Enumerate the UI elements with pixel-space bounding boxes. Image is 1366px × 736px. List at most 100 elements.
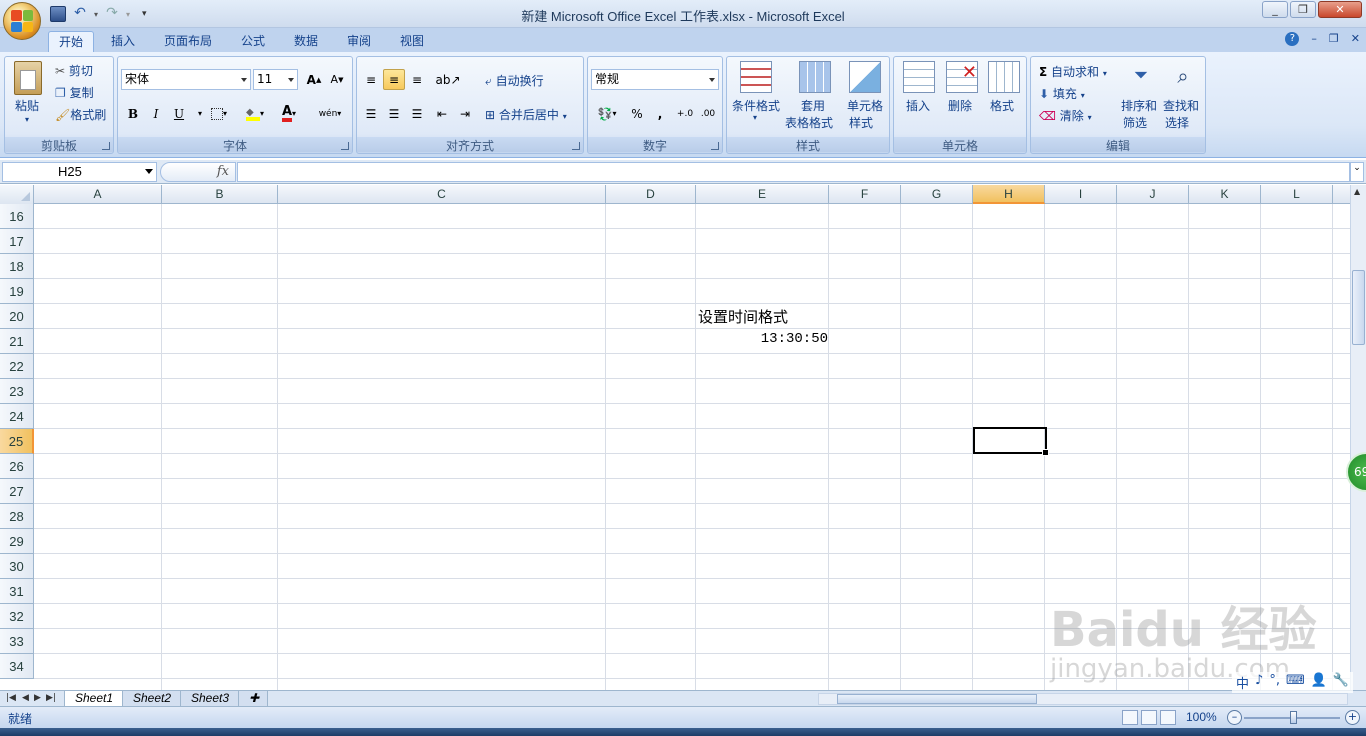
tab-view[interactable]: 视图 (390, 31, 434, 52)
align-left-button[interactable]: ☰ (360, 103, 382, 124)
font-name-combo[interactable]: 宋体 (121, 69, 251, 90)
name-box[interactable]: H25 (2, 162, 157, 182)
bold-button[interactable]: B (122, 103, 144, 124)
insert-cells-icon[interactable] (903, 61, 935, 93)
column-header-g[interactable]: G (901, 185, 973, 204)
percent-button[interactable]: % (626, 103, 648, 124)
format-painter-button[interactable]: 🖌格式刷 (55, 106, 106, 123)
format-as-table-label-1[interactable]: 套用 (801, 97, 825, 114)
ime-keyboard-icon[interactable]: ⌨ (1286, 673, 1305, 692)
close-button[interactable]: ✕ (1318, 1, 1362, 18)
cell-E20[interactable]: 设置时间格式 (698, 306, 788, 327)
row-header-26[interactable]: 26 (0, 454, 34, 479)
phonetic-button[interactable]: wén ▾ (314, 103, 346, 124)
table-row[interactable] (34, 454, 1350, 479)
doc-close-icon[interactable]: ✕ (1351, 32, 1360, 46)
restore-button[interactable]: ❐ (1290, 1, 1316, 18)
tab-home[interactable]: 开始 (48, 31, 95, 52)
paste-button[interactable]: 粘贴 (15, 97, 39, 114)
font-color-button[interactable]: A ▾ (278, 103, 300, 124)
column-header-a[interactable]: A (34, 185, 162, 204)
table-row[interactable] (34, 354, 1350, 379)
table-row[interactable] (34, 329, 1350, 354)
cell-styles-label-1[interactable]: 单元格 (847, 97, 883, 114)
vertical-scrollbar[interactable]: ▲ (1350, 185, 1366, 690)
next-sheet-icon[interactable]: ▶ (34, 693, 41, 703)
page-layout-view-icon[interactable] (1141, 710, 1157, 725)
minimize-button[interactable]: _ (1262, 1, 1288, 18)
row-header-27[interactable]: 27 (0, 479, 34, 504)
tab-review[interactable]: 审阅 (337, 31, 381, 52)
alignment-launcher-icon[interactable] (572, 142, 580, 150)
scroll-up-icon[interactable]: ▲ (1354, 187, 1360, 196)
sort-filter-label-1[interactable]: 排序和 (1121, 97, 1157, 114)
clipboard-launcher-icon[interactable] (102, 142, 110, 150)
row-header-16[interactable]: 16 (0, 204, 34, 229)
table-row[interactable] (34, 254, 1350, 279)
column-header-i[interactable]: I (1045, 185, 1117, 204)
row-header-17[interactable]: 17 (0, 229, 34, 254)
align-top-button[interactable]: ≡ (360, 69, 382, 90)
first-sheet-icon[interactable]: |◀ (6, 693, 16, 703)
normal-view-icon[interactable] (1122, 710, 1138, 725)
fill-color-button[interactable]: ◆ ▾ (244, 103, 266, 124)
row-header-28[interactable]: 28 (0, 504, 34, 529)
fill-button[interactable]: ⬇ 填充 ▾ (1039, 85, 1085, 102)
column-header-d[interactable]: D (606, 185, 696, 204)
page-break-view-icon[interactable] (1160, 710, 1176, 725)
align-bottom-button[interactable]: ≡ (406, 69, 428, 90)
format-as-table-label-2[interactable]: 表格格式 (785, 114, 833, 131)
cell-styles-label-2[interactable]: 样式 (849, 114, 873, 131)
select-all-button[interactable] (0, 185, 34, 204)
row-header-33[interactable]: 33 (0, 629, 34, 654)
name-box-dropdown-icon[interactable] (145, 169, 153, 174)
table-row[interactable] (34, 579, 1350, 604)
column-header-b[interactable]: B (162, 185, 278, 204)
ime-punct-icon[interactable]: °, (1269, 673, 1280, 692)
row-header-20[interactable]: 20 (0, 304, 34, 329)
table-row[interactable] (34, 654, 1350, 679)
binoculars-icon[interactable]: ⌕ (1167, 61, 1199, 93)
row-header-24[interactable]: 24 (0, 404, 34, 429)
insert-cells-button[interactable]: 插入 (906, 97, 930, 114)
horizontal-scrollbar[interactable] (818, 693, 1348, 705)
increase-decimal-button[interactable]: +.0 (674, 103, 696, 124)
worksheet-grid[interactable]: ABCDEFGHIJKL 16 17 18 19 20 21 22 23 24 25 26 27 28 2… (0, 185, 1350, 690)
column-header-f[interactable]: F (829, 185, 901, 204)
column-header-h[interactable]: H (973, 185, 1045, 204)
row-header-21[interactable]: 21 (0, 329, 34, 354)
number-format-combo[interactable]: 常规 (591, 69, 719, 90)
ime-user-icon[interactable]: 👤 (1311, 673, 1327, 692)
table-row[interactable] (34, 404, 1350, 429)
currency-button[interactable]: 💱 ▾ (592, 103, 622, 124)
row-header-18[interactable]: 18 (0, 254, 34, 279)
format-cells-button[interactable]: 格式 (990, 97, 1014, 114)
table-row[interactable] (34, 479, 1350, 504)
table-row[interactable] (34, 504, 1350, 529)
row-header-30[interactable]: 30 (0, 554, 34, 579)
help-icon[interactable]: ? (1285, 32, 1300, 46)
clear-button[interactable]: ⌫ 清除 ▾ (1039, 107, 1092, 124)
zoom-level[interactable]: 100% (1186, 710, 1217, 724)
comma-button[interactable]: , (649, 103, 671, 124)
ime-moon-icon[interactable]: ♪ (1255, 673, 1263, 692)
zoom-out-icon[interactable]: – (1227, 710, 1242, 725)
align-center-button[interactable]: ☰ (383, 103, 405, 124)
column-header-k[interactable]: K (1189, 185, 1261, 204)
sort-filter-label-2[interactable]: 筛选 (1123, 114, 1147, 131)
table-row[interactable] (34, 204, 1350, 229)
zoom-slider-knob[interactable] (1290, 711, 1297, 724)
column-header-e[interactable]: E (696, 185, 829, 204)
tab-page-layout[interactable]: 页面布局 (154, 31, 222, 52)
conditional-format-icon[interactable] (740, 61, 772, 93)
table-row[interactable] (34, 529, 1350, 554)
ime-chinese-mode[interactable]: 中 (1236, 673, 1249, 692)
row-header-23[interactable]: 23 (0, 379, 34, 404)
delete-cells-icon[interactable]: ✕ (946, 61, 978, 93)
orientation-button[interactable]: ab↗ (433, 69, 463, 90)
underline-button[interactable]: U (168, 103, 190, 124)
office-button[interactable] (3, 2, 41, 40)
last-sheet-icon[interactable]: ▶| (46, 693, 56, 703)
tab-insert[interactable]: 插入 (101, 31, 145, 52)
ime-settings-icon[interactable]: 🔧 (1333, 673, 1349, 692)
